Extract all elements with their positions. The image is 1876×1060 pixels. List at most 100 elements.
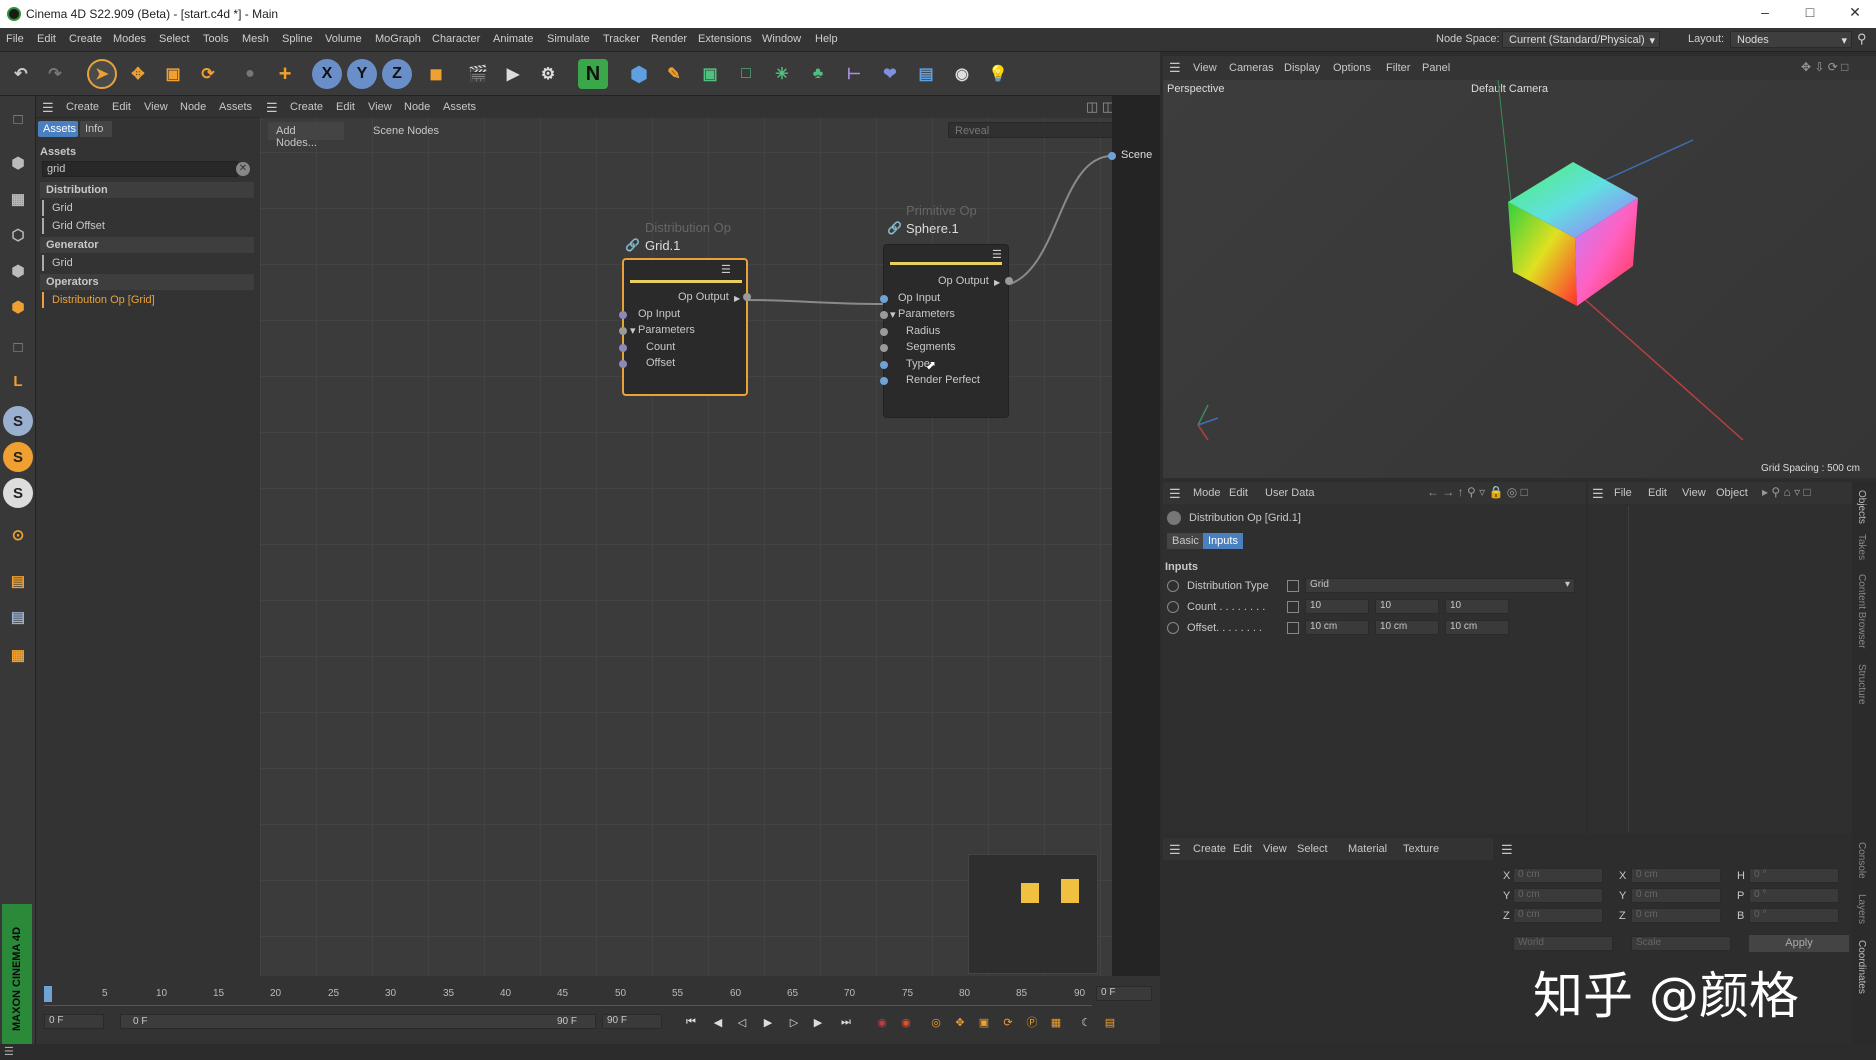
expand-icon[interactable]: ▾ (630, 324, 636, 337)
tab-basic[interactable]: Basic (1167, 533, 1204, 549)
rotation-b-field[interactable]: 0 ° (1749, 908, 1839, 923)
cloner-icon[interactable]: ✳ (767, 59, 797, 89)
checkbox[interactable] (1287, 601, 1299, 613)
node-menu-icon[interactable]: ☰ (992, 248, 1002, 261)
output-port[interactable] (1005, 277, 1013, 285)
asset-item[interactable]: Grid (42, 255, 254, 271)
hamburger-icon[interactable]: ☰ (4, 1045, 14, 1058)
input-port[interactable] (619, 360, 627, 368)
tab-objects[interactable]: Objects (1856, 490, 1867, 524)
apply-button[interactable]: Apply (1749, 935, 1849, 952)
menu-edit[interactable]: Edit (1648, 487, 1667, 499)
menu-display[interactable]: Display (1284, 62, 1320, 74)
input-port[interactable] (880, 311, 888, 319)
enable-axis-icon[interactable]: □ (3, 332, 33, 362)
position-z-field[interactable]: 0 cm (1513, 908, 1603, 923)
animate-icon[interactable] (1167, 601, 1179, 613)
snap-settings-icon[interactable]: S (3, 442, 33, 472)
previous-key-icon[interactable]: ◀ (708, 1012, 728, 1032)
asset-search-input[interactable]: grid (42, 161, 238, 177)
hamburger-icon[interactable]: ☰ (42, 100, 54, 116)
polygons-mode-icon[interactable]: ⬢ (3, 292, 33, 322)
count-y-field[interactable]: 10 (1375, 599, 1439, 614)
field-icon[interactable]: ❤ (875, 59, 905, 89)
input-port[interactable] (619, 344, 627, 352)
key-pla-icon[interactable]: ▦ (1046, 1012, 1066, 1032)
current-frame-field[interactable]: 0 F (1096, 986, 1152, 1001)
tab-coordinates[interactable]: Coordinates (1856, 940, 1867, 994)
group-generator[interactable]: Generator (40, 237, 254, 253)
menu-view[interactable]: View (1263, 843, 1287, 855)
clear-search-icon[interactable]: ✕ (236, 162, 250, 176)
asset-item[interactable]: Grid Offset (42, 218, 254, 234)
menu-cameras[interactable]: Cameras (1229, 62, 1274, 74)
texture-mode-icon[interactable]: ▦ (3, 184, 33, 214)
menu-modes[interactable]: Modes (113, 33, 146, 45)
pen-icon[interactable]: ✎ (659, 59, 689, 89)
go-to-start-icon[interactable]: ⏮ (681, 1012, 701, 1032)
menu-panel[interactable]: Panel (1422, 62, 1450, 74)
next-frame-icon[interactable]: ▷ (784, 1012, 804, 1032)
menu-edit[interactable]: Edit (1229, 487, 1248, 499)
menu-window[interactable]: Window (762, 33, 801, 45)
tab-console[interactable]: Console (1856, 842, 1867, 879)
size-x-field[interactable]: 0 cm (1631, 868, 1721, 883)
record-icon[interactable]: ◉ (872, 1012, 892, 1032)
menu-mesh[interactable]: Mesh (242, 33, 269, 45)
node-navigator[interactable] (968, 854, 1098, 974)
hamburger-icon[interactable]: ☰ (1169, 842, 1181, 858)
playhead[interactable] (44, 986, 52, 1002)
scene-nodes-button[interactable]: N (578, 59, 608, 89)
node-primitive-sphere[interactable]: ☰ Op Output ▶ Op Input ▾ Parameters Radi… (880, 244, 1013, 418)
locked-workplane-icon[interactable]: ▤ (3, 602, 33, 632)
layout-select[interactable]: Nodes ▾ (1730, 31, 1852, 48)
menu-node[interactable]: Node (180, 101, 206, 113)
offset-x-field[interactable]: 10 cm (1305, 620, 1369, 635)
edges-mode-icon[interactable]: ⬢ (3, 256, 33, 286)
solo-icon[interactable]: ▦ (3, 640, 33, 670)
menu-options[interactable]: Options (1333, 62, 1371, 74)
viewport[interactable]: Perspective Default Camera Grid Spacing … (1163, 80, 1876, 478)
menu-user-data[interactable]: User Data (1265, 487, 1315, 499)
tab-info[interactable]: Info (80, 121, 112, 137)
animate-icon[interactable] (1167, 580, 1179, 592)
play-icon[interactable]: ▶ (758, 1012, 778, 1032)
render-region-icon[interactable]: 🎬 (463, 59, 493, 89)
rotation-h-field[interactable]: 0 ° (1749, 868, 1839, 883)
tab-content-browser[interactable]: Content Browser (1856, 574, 1867, 648)
input-port[interactable] (619, 327, 627, 335)
coordinate-system-icon[interactable]: ◼ (421, 59, 451, 89)
menu-material[interactable]: Material (1348, 843, 1387, 855)
close-icon[interactable]: ✕ (1840, 4, 1870, 24)
search-icon[interactable]: ⚲ (1857, 31, 1867, 47)
render-settings-icon[interactable]: ⚙ (533, 59, 563, 89)
offset-y-field[interactable]: 10 cm (1375, 620, 1439, 635)
range-slider[interactable]: 0 F 90 F (120, 1014, 596, 1029)
menu-edit[interactable]: Edit (37, 33, 56, 45)
light-icon[interactable]: 💡 (983, 59, 1013, 89)
tab-assets[interactable]: Assets (38, 121, 78, 137)
menu-assets[interactable]: Assets (219, 101, 252, 113)
size-y-field[interactable]: 0 cm (1631, 888, 1721, 903)
hamburger-icon[interactable]: ☰ (1169, 60, 1181, 76)
menu-view[interactable]: View (1193, 62, 1217, 74)
move-icon[interactable]: ✥ (123, 59, 153, 89)
key-position-icon[interactable]: ✥ (950, 1012, 970, 1032)
coord-system-select[interactable]: World (1513, 936, 1613, 951)
menu-edit[interactable]: Edit (112, 101, 131, 113)
menu-select[interactable]: Select (1297, 843, 1328, 855)
menu-file[interactable]: File (6, 33, 24, 45)
menu-tools[interactable]: Tools (203, 33, 229, 45)
animate-icon[interactable] (1167, 622, 1179, 634)
menu-filter[interactable]: Filter (1386, 62, 1410, 74)
recent-tool-icon[interactable]: ● (235, 59, 265, 89)
menu-edit[interactable]: Edit (1233, 843, 1252, 855)
z-axis-lock-button[interactable]: Z (382, 59, 412, 89)
menu-create[interactable]: Create (66, 101, 99, 113)
checkbox[interactable] (1287, 580, 1299, 592)
scale-icon[interactable]: ▣ (158, 59, 188, 89)
live-selection-icon[interactable]: ➤ (87, 59, 117, 89)
key-selection-icon[interactable]: ◎ (926, 1012, 946, 1032)
menu-extensions[interactable]: Extensions (698, 33, 752, 45)
snap-icon[interactable]: S (3, 406, 33, 436)
